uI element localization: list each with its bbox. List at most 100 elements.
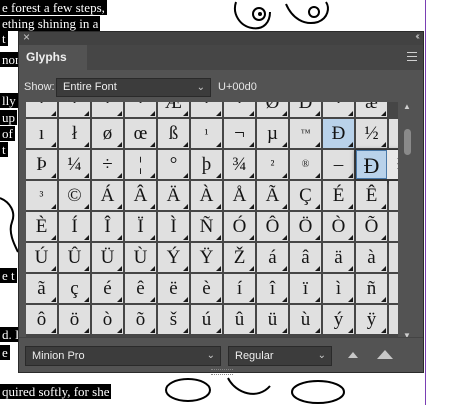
glyph-cell[interactable]: ± [389, 119, 398, 148]
font-family-dropdown[interactable]: Minion Pro ⌄ [25, 346, 221, 366]
resize-grip[interactable] [211, 369, 233, 375]
glyph-cell[interactable]: Ã [257, 181, 288, 210]
scroll-thumb[interactable] [404, 129, 411, 155]
glyph-cell[interactable]: ł [59, 119, 90, 148]
glyph-cell[interactable]: ° [158, 150, 189, 179]
glyph-cell[interactable]: ú [191, 305, 222, 334]
glyph-cell[interactable]: ¹ [191, 119, 222, 148]
glyph-cell[interactable]: š [158, 305, 189, 334]
alternate-glyph[interactable]: Ð [387, 150, 398, 179]
glyph-cell[interactable]: Å [224, 181, 255, 210]
glyph-cell[interactable]: ù [290, 305, 321, 334]
glyph-cell[interactable]: ê [125, 274, 156, 303]
glyph-scrollbar[interactable]: ▲ ▼ [402, 102, 414, 340]
glyph-cell[interactable]: È [26, 212, 57, 241]
glyph-cell[interactable]: ç [59, 274, 90, 303]
glyph-cell[interactable]: å [389, 243, 398, 272]
glyph-cell[interactable]: þ [191, 150, 222, 179]
glyph-cell[interactable]: ¦ [125, 150, 156, 179]
glyph-cell[interactable]: ò [92, 305, 123, 334]
glyph-cell[interactable]: ô [26, 305, 57, 334]
glyph-cell[interactable]: Ê [356, 181, 387, 210]
glyph-cell[interactable]: ä [323, 243, 354, 272]
glyph-cell[interactable]: · [92, 102, 123, 117]
glyph-cell[interactable]: õ [125, 305, 156, 334]
glyph-cell[interactable]: Ä [158, 181, 189, 210]
glyph-cell[interactable]: Ì [158, 212, 189, 241]
glyph-cell[interactable]: á [257, 243, 288, 272]
glyph-cell[interactable]: À [191, 181, 222, 210]
glyph-cell[interactable]: Ï [125, 212, 156, 241]
glyph-cell[interactable]: ¾ [224, 150, 255, 179]
glyph-cell[interactable]: û [224, 305, 255, 334]
glyph-cell[interactable]: Ø [257, 102, 288, 117]
scroll-up-icon[interactable]: ▲ [403, 102, 411, 111]
glyph-cell[interactable]: Î [92, 212, 123, 241]
glyph-cell[interactable]: Û [59, 243, 90, 272]
glyph-cell[interactable]: ü [257, 305, 288, 334]
glyph-cell[interactable]: ® [290, 150, 321, 179]
glyph-cell[interactable]: Ü [92, 243, 123, 272]
glyph-cell[interactable]: î [257, 274, 288, 303]
glyph-cell[interactable]: ø [92, 119, 123, 148]
glyph-cell[interactable]: · [191, 102, 222, 117]
glyph-cell[interactable]: Á [92, 181, 123, 210]
glyph-cell[interactable]: Ç [290, 181, 321, 210]
glyph-cell[interactable]: Õ [356, 212, 387, 241]
glyph-cell[interactable]: Ù [125, 243, 156, 272]
glyph-cell[interactable]: É [323, 181, 354, 210]
zoom-in-icon[interactable] [377, 350, 393, 359]
glyph-cell[interactable]: ¬ [224, 119, 255, 148]
glyph-cell[interactable]: Ô [257, 212, 288, 241]
glyph-cell[interactable]: Ë [389, 181, 398, 210]
zoom-out-icon[interactable] [348, 352, 358, 358]
glyph-cell[interactable]: ì [323, 274, 354, 303]
glyph-cell[interactable]: Ÿ [191, 243, 222, 272]
glyph-cell[interactable]: Ñ [191, 212, 222, 241]
glyph-cell[interactable]: · [26, 102, 57, 117]
alternate-glyph[interactable]: Ð [356, 150, 387, 179]
glyph-cell[interactable]: ™ [290, 119, 321, 148]
glyph-cell[interactable]: · [59, 102, 90, 117]
glyph-cell[interactable]: Æ [158, 102, 189, 117]
glyph-cell[interactable]: ÷ [92, 150, 123, 179]
glyph-cell[interactable]: ß [158, 119, 189, 148]
glyph-cell[interactable]: é [92, 274, 123, 303]
glyph-cell[interactable]: ³ [26, 181, 57, 210]
glyph-cell[interactable]: œ [125, 119, 156, 148]
glyph-cell[interactable]: Š [389, 212, 398, 241]
glyph-cell[interactable]: ¼ [59, 150, 90, 179]
glyph-cell[interactable]: · [125, 102, 156, 117]
glyph-cell[interactable]: Í [59, 212, 90, 241]
glyph-cell[interactable]: · [323, 102, 354, 117]
collapse-icon[interactable]: ‹‹ [415, 31, 419, 42]
glyph-cell[interactable]: – [323, 150, 354, 179]
glyph-cell[interactable]: · [224, 102, 255, 117]
glyph-cell[interactable]: Ú [26, 243, 57, 272]
glyph-cell[interactable]: ï [290, 274, 321, 303]
glyph-cell[interactable]: ÿ [356, 305, 387, 334]
tab-glyphs[interactable]: Glyphs [19, 45, 87, 70]
glyph-cell[interactable]: Ö [290, 212, 321, 241]
glyph-cell[interactable]: í [224, 274, 255, 303]
glyph-cell[interactable]: ã [26, 274, 57, 303]
glyph-cell[interactable]: Ð [323, 119, 354, 148]
glyph-cell[interactable]: ó [389, 274, 398, 303]
glyph-cell[interactable]: Ð [290, 102, 321, 117]
panel-menu-icon[interactable] [407, 52, 417, 63]
glyph-cell[interactable]: Ž [224, 243, 255, 272]
glyph-cell[interactable]: Ò [323, 212, 354, 241]
close-icon[interactable]: × [23, 30, 30, 44]
glyph-cell[interactable]: ½ [356, 119, 387, 148]
glyph-cell[interactable]: Â [125, 181, 156, 210]
glyph-cell[interactable]: æ [356, 102, 387, 117]
show-dropdown[interactable]: Entire Font ⌄ [56, 78, 211, 97]
glyph-cell[interactable]: µ [257, 119, 288, 148]
glyph-cell[interactable]: ë [158, 274, 189, 303]
panel-topbar[interactable]: × ‹‹ [19, 30, 423, 45]
glyph-cell[interactable]: Ý [158, 243, 189, 272]
glyph-cell[interactable]: Ó [224, 212, 255, 241]
glyph-cell[interactable]: ı [26, 119, 57, 148]
glyph-cell[interactable]: è [191, 274, 222, 303]
glyph-cell[interactable]: Þ [26, 150, 57, 179]
